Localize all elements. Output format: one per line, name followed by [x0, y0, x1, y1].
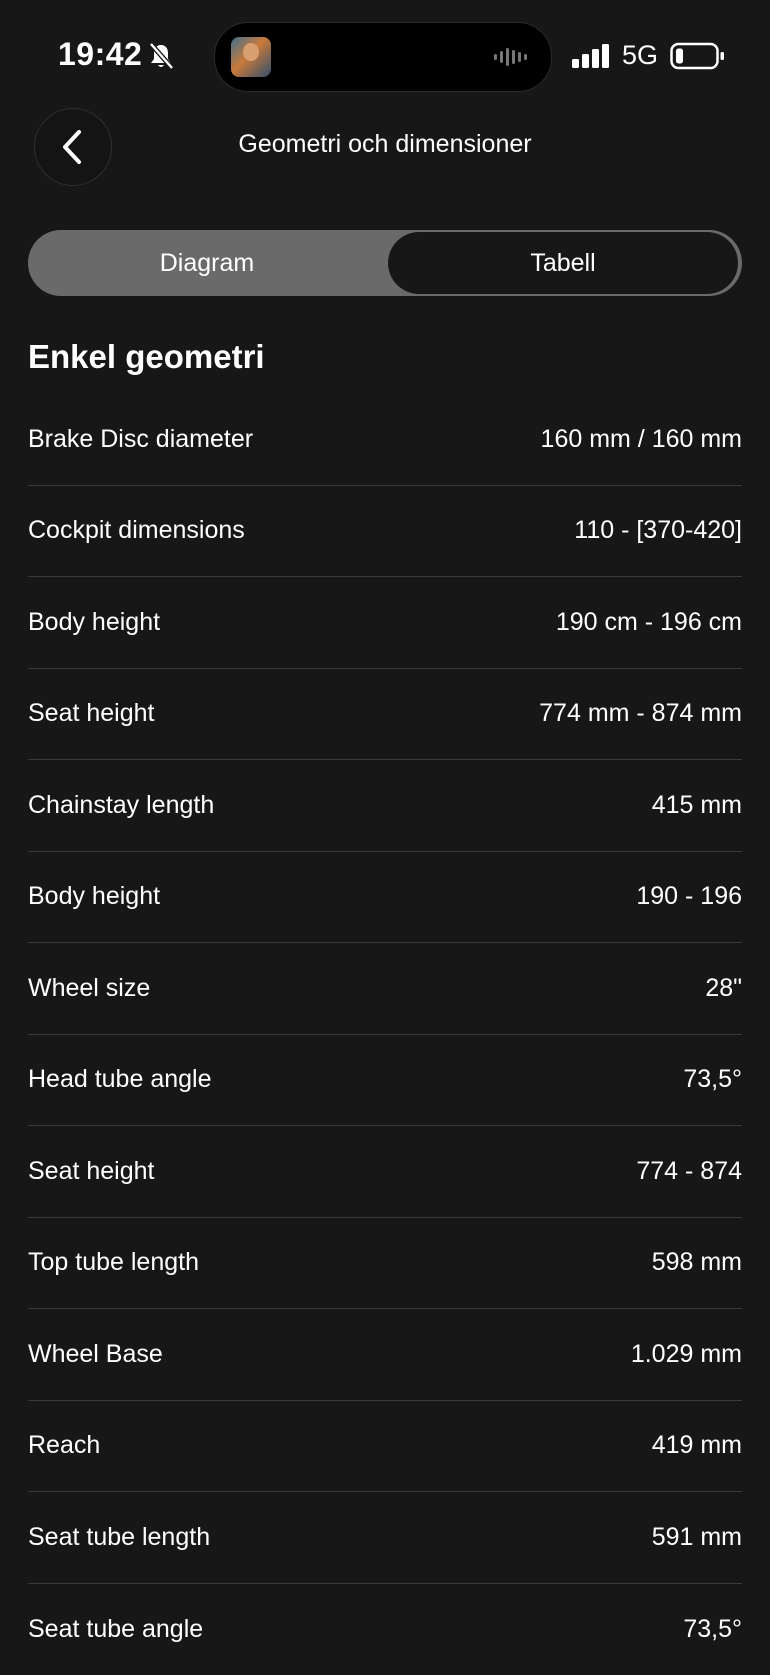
geometry-row: Seat height 774 mm - 874 mm	[28, 669, 742, 761]
status-bar: 19:42 5G	[0, 0, 770, 100]
geometry-row: Wheel size 28"	[28, 943, 742, 1035]
geometry-value: 774 - 874	[636, 1157, 742, 1186]
geometry-label: Body height	[28, 882, 160, 911]
back-button[interactable]	[34, 108, 112, 186]
battery-low-icon	[670, 42, 726, 70]
geometry-value: 415 mm	[652, 791, 742, 820]
geometry-label: Head tube angle	[28, 1065, 211, 1094]
geometry-value: 73,5°	[683, 1065, 742, 1094]
geometry-value: 28"	[705, 974, 742, 1003]
section-title: Enkel geometri	[28, 338, 265, 376]
chevron-left-icon	[59, 128, 87, 166]
page-title: Geometri och dimensioner	[200, 130, 570, 159]
geometry-label: Reach	[28, 1431, 100, 1460]
geometry-value: 73,5°	[683, 1615, 742, 1644]
tab-tabell[interactable]: Tabell	[388, 232, 738, 294]
geometry-label: Chainstay length	[28, 791, 214, 820]
geometry-row: Brake Disc diameter 160 mm / 160 mm	[28, 394, 742, 486]
geometry-row: Top tube length 598 mm	[28, 1218, 742, 1310]
geometry-row: Reach 419 mm	[28, 1401, 742, 1493]
geometry-value: 774 mm - 874 mm	[539, 699, 742, 728]
tab-diagram[interactable]: Diagram	[28, 230, 386, 296]
dynamic-island[interactable]	[214, 22, 552, 92]
geometry-label: Seat height	[28, 699, 155, 728]
geometry-label: Seat tube angle	[28, 1615, 203, 1644]
status-time: 19:42	[58, 36, 142, 73]
geometry-value: 160 mm / 160 mm	[541, 425, 742, 454]
geometry-value: 190 cm - 196 cm	[556, 608, 742, 637]
audio-waveform-icon	[493, 47, 529, 67]
geometry-row: Seat tube angle 73,5°	[28, 1584, 742, 1675]
bell-slash-icon	[148, 42, 174, 70]
cellular-signal-icon	[572, 44, 612, 68]
geometry-label: Top tube length	[28, 1248, 199, 1277]
geometry-label: Seat height	[28, 1157, 155, 1186]
geometry-row: Body height 190 cm - 196 cm	[28, 577, 742, 669]
geometry-value: 1.029 mm	[631, 1340, 742, 1369]
geometry-value: 598 mm	[652, 1248, 742, 1277]
geometry-value: 591 mm	[652, 1523, 742, 1552]
geometry-label: Seat tube length	[28, 1523, 210, 1552]
view-mode-segmented-control: Diagram Tabell	[28, 230, 742, 296]
geometry-row: Head tube angle 73,5°	[28, 1035, 742, 1127]
network-type: 5G	[622, 40, 658, 71]
geometry-row: Seat tube length 591 mm	[28, 1492, 742, 1584]
geometry-row: Body height 190 - 196	[28, 852, 742, 944]
geometry-list: Brake Disc diameter 160 mm / 160 mm Cock…	[28, 394, 742, 1675]
geometry-row: Cockpit dimensions 110 - [370-420]	[28, 486, 742, 578]
geometry-label: Body height	[28, 608, 160, 637]
geometry-row: Wheel Base 1.029 mm	[28, 1309, 742, 1401]
geometry-label: Brake Disc diameter	[28, 425, 253, 454]
geometry-row: Chainstay length 415 mm	[28, 760, 742, 852]
now-playing-artwork[interactable]	[231, 37, 271, 77]
geometry-value: 419 mm	[652, 1431, 742, 1460]
geometry-label: Cockpit dimensions	[28, 516, 245, 545]
geometry-value: 110 - [370-420]	[574, 516, 742, 545]
geometry-value: 190 - 196	[636, 882, 742, 911]
geometry-label: Wheel size	[28, 974, 150, 1003]
geometry-row: Seat height 774 - 874	[28, 1126, 742, 1218]
geometry-label: Wheel Base	[28, 1340, 163, 1369]
